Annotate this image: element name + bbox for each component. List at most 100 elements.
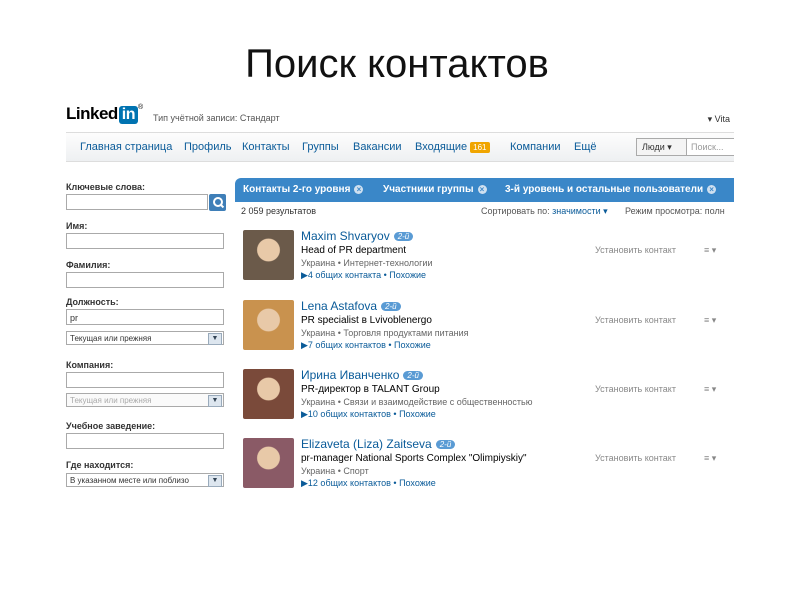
avatar[interactable] xyxy=(243,438,294,488)
title-scope-value: Текущая или прежняя xyxy=(70,334,152,343)
tab-label: Контакты 2-го уровня xyxy=(243,184,351,195)
logo-in: in xyxy=(118,106,139,124)
school-input[interactable] xyxy=(66,433,224,449)
degree-badge: 2-й xyxy=(403,371,423,380)
more-menu-icon[interactable]: ≡ ▾ xyxy=(704,453,716,464)
search-icon[interactable] xyxy=(209,194,226,211)
result-location: Украина • Связи и взаимодействие с общес… xyxy=(301,397,533,407)
avatar[interactable] xyxy=(243,300,294,350)
account-type: Тип учётной записи: Стандарт xyxy=(153,113,280,123)
results-count: 2 059 результатов xyxy=(241,206,317,216)
result-headline: Head of PR department xyxy=(301,245,407,256)
school-label: Учебное заведение: xyxy=(66,421,156,431)
keywords-input[interactable] xyxy=(66,194,208,210)
avatar[interactable] xyxy=(243,230,294,280)
degree-badge: 2-й xyxy=(381,302,401,311)
tab-third-degree[interactable]: 3-й уровень и остальные пользователи × xyxy=(505,184,717,195)
location-label: Где находится: xyxy=(66,460,134,470)
inbox-count-badge: 161 xyxy=(470,142,490,153)
results-tabbar: Контакты 2-го уровня × Участники группы × … xyxy=(235,178,734,202)
view-value: полн xyxy=(704,206,725,216)
title-label: Должность: xyxy=(66,297,119,307)
search-results: Контакты 2-го уровня × Участники группы × … xyxy=(235,178,734,494)
degree-badge: 2-й xyxy=(393,232,414,241)
close-icon[interactable]: × xyxy=(477,185,487,194)
main-nav: Главная страница Профиль Контакты Группы… xyxy=(66,132,734,162)
chevron-down-icon: ▼ xyxy=(208,475,222,487)
connect-button[interactable]: Установить контакт xyxy=(595,453,676,463)
shared-connections[interactable]: ▶10 общих контактов • Похожие xyxy=(301,409,436,420)
nav-profile[interactable]: Профиль xyxy=(184,141,232,153)
name-text: Lena Astafova xyxy=(301,299,378,313)
more-menu-icon[interactable]: ≡ ▾ xyxy=(704,245,716,256)
slide-title: Поиск контактов xyxy=(245,42,549,86)
view-mode[interactable]: Режим просмотра: полн xyxy=(625,206,725,216)
nav-companies[interactable]: Компании xyxy=(510,141,561,153)
nav-jobs[interactable]: Вакансии xyxy=(353,141,402,153)
connect-button[interactable]: Установить контакт xyxy=(595,384,676,394)
tab-second-degree[interactable]: Контакты 2-го уровня × xyxy=(243,184,364,195)
connect-button[interactable]: Установить контакт xyxy=(595,245,676,255)
title-input[interactable]: pr xyxy=(66,309,224,325)
result-headline: PR specialist в Lvivoblenergo xyxy=(301,315,432,326)
nav-groups[interactable]: Группы xyxy=(302,141,339,153)
shared-connections[interactable]: ▶12 общих контактов • Похожие xyxy=(301,478,436,489)
logo-reg: ® xyxy=(138,104,143,111)
linkedin-screenshot: Linked in ® Тип учётной записи: Стандарт ▾… xyxy=(63,102,734,494)
result-name[interactable]: Elizaveta (Liza) Zaitseva 2-й xyxy=(301,437,456,451)
tab-label: 3-й уровень и остальные пользователи xyxy=(505,184,704,195)
name-text: Ирина Иванченко xyxy=(301,368,400,382)
logo-text: Linked xyxy=(66,104,118,123)
user-menu[interactable]: ▾ Vita xyxy=(708,114,730,125)
chevron-down-icon: ▼ xyxy=(208,333,222,345)
company-label: Компания: xyxy=(66,360,114,370)
tab-group-members[interactable]: Участники группы × xyxy=(383,184,487,195)
result-location: Украина • Интернет-технологии xyxy=(301,258,433,268)
view-label: Режим просмотра: xyxy=(625,206,703,216)
connect-button[interactable]: Установить контакт xyxy=(595,315,676,325)
linkedin-logo[interactable]: Linked in ® xyxy=(66,104,143,124)
company-scope-value: Текущая или прежняя xyxy=(70,396,152,405)
tab-label: Участники группы xyxy=(383,184,474,195)
result-item: Lena Astafova 2-й PR specialist в Lvivobl… xyxy=(235,299,734,370)
first-name-input[interactable] xyxy=(66,233,224,249)
name-text: Elizaveta (Liza) Zaitseva xyxy=(301,437,432,451)
company-input[interactable] xyxy=(66,372,224,388)
sort-label: Сортировать по: xyxy=(481,206,550,216)
result-headline: pr-manager National Sports Complex "Olim… xyxy=(301,453,527,464)
result-name[interactable]: Maxim Shvaryov 2-й xyxy=(301,229,414,243)
close-icon[interactable]: × xyxy=(707,185,717,194)
more-menu-icon[interactable]: ≡ ▾ xyxy=(704,315,716,326)
nav-inbox-label: Входящие xyxy=(415,141,468,153)
nav-more[interactable]: Ещё xyxy=(574,141,597,153)
first-name-label: Имя: xyxy=(66,221,88,231)
degree-badge: 2-й xyxy=(435,440,456,449)
result-name[interactable]: Lena Astafova 2-й xyxy=(301,299,401,313)
chevron-down-icon: ▼ xyxy=(208,395,222,407)
result-item: Ирина Иванченко 2-й PR-директор в TALANT … xyxy=(235,368,734,439)
location-select[interactable]: В указанном месте или поблизо ▼ xyxy=(66,473,224,487)
top-search-input[interactable]: Поиск... xyxy=(686,138,734,156)
more-menu-icon[interactable]: ≡ ▾ xyxy=(704,384,716,395)
close-icon[interactable]: × xyxy=(354,185,364,194)
result-name[interactable]: Ирина Иванченко 2-й xyxy=(301,368,423,382)
last-name-label: Фамилия: xyxy=(66,260,111,270)
sort-control[interactable]: Сортировать по: значимости ▾ xyxy=(481,206,608,217)
nav-contacts[interactable]: Контакты xyxy=(242,141,290,153)
nav-inbox[interactable]: Входящие 161 xyxy=(415,141,490,153)
title-scope-select[interactable]: Текущая или прежняя ▼ xyxy=(66,331,224,345)
result-headline: PR-директор в TALANT Group xyxy=(301,384,440,395)
keywords-label: Ключевые слова: xyxy=(66,182,146,192)
location-value: В указанном месте или поблизо xyxy=(70,476,189,485)
result-location: Украина • Спорт xyxy=(301,466,369,476)
search-type-select[interactable]: Люди ▾ xyxy=(636,138,689,156)
shared-connections[interactable]: ▶7 общих контактов • Похожие xyxy=(301,340,431,351)
nav-home[interactable]: Главная страница xyxy=(80,141,172,153)
avatar[interactable] xyxy=(243,369,294,419)
result-item: Maxim Shvaryov 2-й Head of PR department … xyxy=(235,229,734,300)
result-item: Elizaveta (Liza) Zaitseva 2-й pr-manager … xyxy=(235,437,734,494)
sort-value[interactable]: значимости ▾ xyxy=(552,206,607,216)
company-scope-select[interactable]: Текущая или прежняя ▼ xyxy=(66,393,224,407)
last-name-input[interactable] xyxy=(66,272,224,288)
shared-connections[interactable]: ▶4 общих контакта • Похожие xyxy=(301,270,426,281)
